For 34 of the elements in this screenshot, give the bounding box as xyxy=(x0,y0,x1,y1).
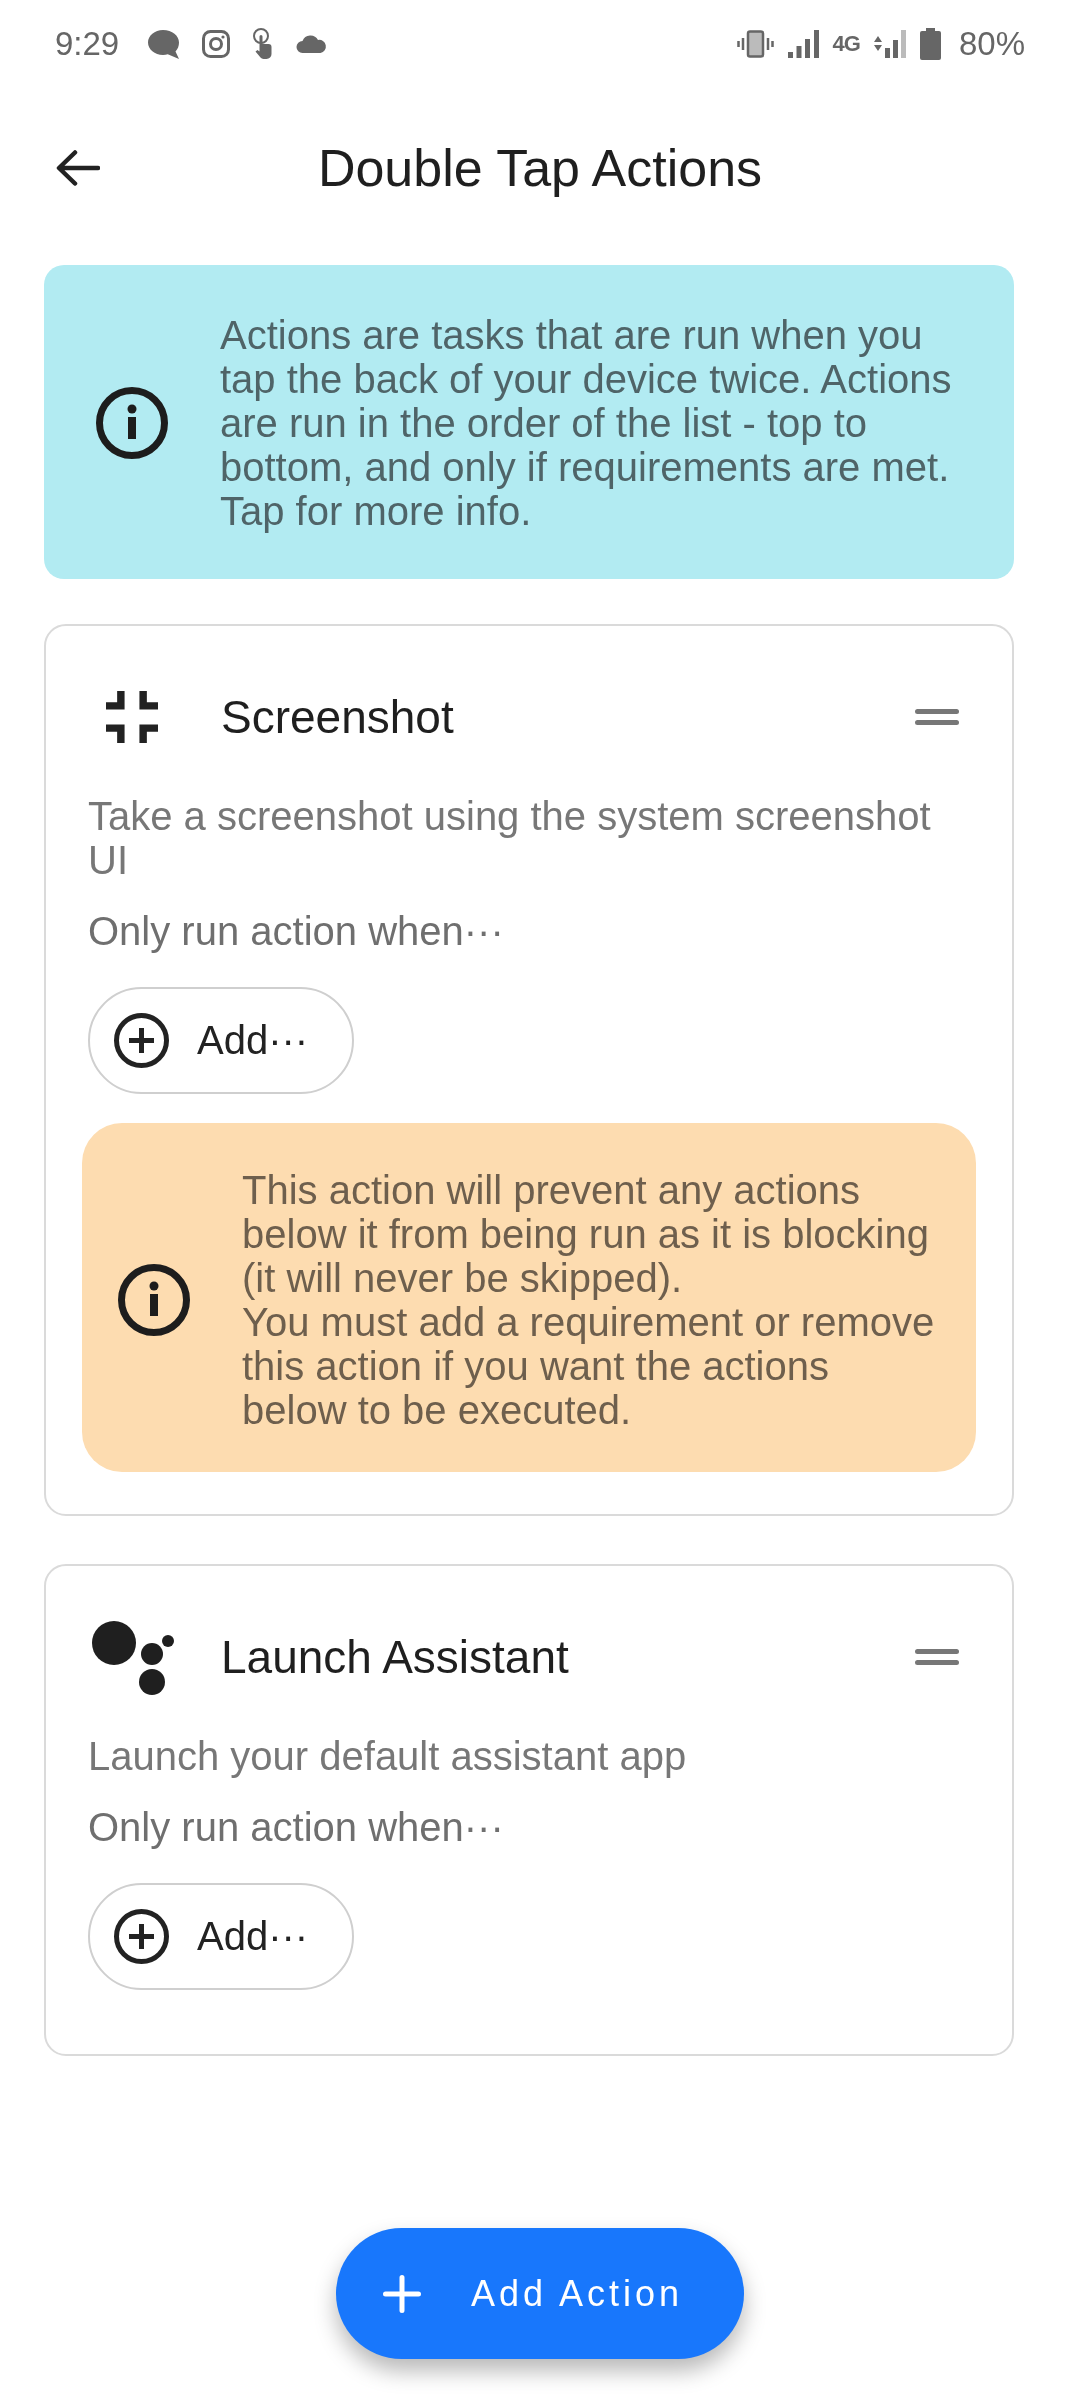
drag-handle-icon[interactable] xyxy=(915,709,959,725)
action-title: Screenshot xyxy=(221,690,455,744)
status-time: 9:29 xyxy=(55,25,120,63)
battery-icon xyxy=(919,28,941,60)
signal-icon xyxy=(787,30,819,58)
info-banner[interactable]: Actions are tasks that are run when you tap the back of your device twice. Actions are run in the order of the list - top to bottom, and only if requirements are met. Tap for more info. xyxy=(44,265,1014,579)
condition-label: Only run action when··· xyxy=(88,1805,505,1849)
action-description: Take a screenshot using the system screenshot UI xyxy=(88,794,932,882)
vibrate-icon xyxy=(736,30,774,58)
warning-text: This action will prevent any actions below it from being run as it is blocking (it will never be skipped). You must add a requirement or remove this action if you want the actions below to be executed. xyxy=(242,1168,936,1432)
dots-cluster-icon xyxy=(92,1619,174,1695)
action-description: Launch your default assistant app xyxy=(88,1734,688,1778)
camera-icon xyxy=(202,30,231,58)
drag-handle-icon[interactable] xyxy=(915,1649,959,1665)
page-title: Double Tap Actions xyxy=(317,138,763,198)
plus-icon xyxy=(383,2274,421,2313)
signal-arrows-icon xyxy=(873,30,906,58)
plus-circle-icon xyxy=(114,1013,169,1068)
action-title: Launch Assistant xyxy=(221,1630,570,1684)
cloud-icon xyxy=(296,35,328,53)
add-requirement-button[interactable]: Add··· xyxy=(88,1883,355,1990)
tap-gesture-icon xyxy=(252,28,275,60)
back-arrow-icon[interactable] xyxy=(55,149,100,187)
chat-bubble-icon xyxy=(147,28,181,60)
add-action-button[interactable]: Add Action xyxy=(336,2228,744,2359)
info-icon xyxy=(96,387,168,459)
info-text: Actions are tasks that are run when you tap the back of your device twice. Actions are run in the order of the list - top to bottom, and only if requirements are met. Tap for more info. xyxy=(220,313,953,533)
info-icon xyxy=(118,1264,190,1336)
corner-brackets-icon xyxy=(106,691,158,743)
battery-percent: 80% xyxy=(958,25,1025,63)
network-type: 4G xyxy=(832,31,860,57)
plus-circle-icon xyxy=(114,1909,169,1964)
add-requirement-button[interactable]: Add··· xyxy=(88,987,355,1094)
condition-label: Only run action when··· xyxy=(88,909,505,953)
